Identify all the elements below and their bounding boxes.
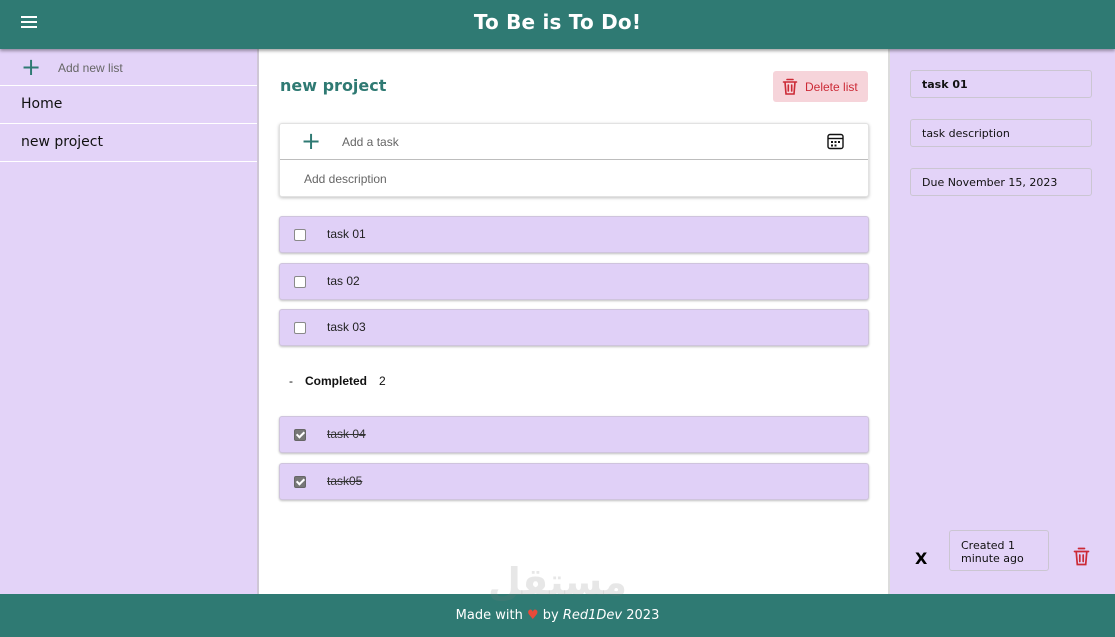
add-description-input[interactable] xyxy=(302,169,846,189)
task-description-field[interactable]: task description xyxy=(910,119,1092,147)
task-name[interactable]: task 01 xyxy=(327,227,366,241)
task-checkbox-checked[interactable] xyxy=(294,429,306,441)
delete-task-trash-icon[interactable] xyxy=(1073,547,1090,566)
completed-count: 2 xyxy=(379,374,386,388)
sidebar-item-new-project[interactable]: new project xyxy=(0,124,257,162)
footer-prefix: Made with xyxy=(455,608,523,623)
add-list-row: + xyxy=(0,49,257,86)
task-title-field[interactable]: task 01 xyxy=(910,70,1092,98)
close-details-button[interactable]: X xyxy=(915,549,927,568)
completed-label: Completed xyxy=(305,374,368,388)
heart-icon: ♥ xyxy=(526,608,539,623)
app-header: To Be is To Do! xyxy=(0,0,1115,49)
task-row[interactable]: task 03 xyxy=(279,309,869,346)
add-task-form: + xyxy=(279,123,869,197)
footer-year: 2023 xyxy=(626,608,660,623)
plus-icon[interactable]: + xyxy=(301,129,321,153)
add-task-input[interactable] xyxy=(340,132,784,152)
task-details-panel: task 01 task description Due November 15… xyxy=(890,49,1115,594)
footer-author: Red1Dev xyxy=(562,608,623,623)
add-list-input[interactable] xyxy=(56,57,240,79)
task-row[interactable]: tas 02 xyxy=(279,263,869,300)
delete-list-button[interactable]: Delete list xyxy=(773,71,868,102)
task-checkbox[interactable] xyxy=(294,276,306,288)
collapse-toggle[interactable]: - xyxy=(289,374,293,388)
task-checkbox[interactable] xyxy=(294,229,306,241)
task-checkbox-checked[interactable] xyxy=(294,476,306,488)
task-checkbox[interactable] xyxy=(294,322,306,334)
task-name[interactable]: task 04 xyxy=(327,427,366,441)
task-due-date-field[interactable]: Due November 15, 2023 xyxy=(910,168,1092,196)
list-title: new project xyxy=(280,76,387,95)
sidebar: + Home new project xyxy=(0,49,259,594)
delete-list-label: Delete list xyxy=(805,80,858,94)
app-title: To Be is To Do! xyxy=(473,10,642,34)
task-name[interactable]: task 03 xyxy=(327,320,366,334)
add-task-row: + xyxy=(280,124,868,160)
task-name[interactable]: task05 xyxy=(327,474,362,488)
task-name[interactable]: tas 02 xyxy=(327,274,360,288)
completed-task-row[interactable]: task05 xyxy=(279,463,869,500)
main-panel: new project Delete list + task 01 tas 02… xyxy=(259,49,890,594)
trash-icon xyxy=(782,78,798,95)
footer-by: by xyxy=(542,608,559,623)
calendar-icon[interactable] xyxy=(827,133,844,150)
plus-icon[interactable]: + xyxy=(21,55,41,79)
created-timestamp: Created 1 minute ago xyxy=(949,530,1049,571)
task-row[interactable]: task 01 xyxy=(279,216,869,253)
completed-task-row[interactable]: task 04 xyxy=(279,416,869,453)
footer: Made with ♥ by Red1Dev 2023 xyxy=(0,594,1115,637)
sidebar-item-home[interactable]: Home xyxy=(0,86,257,124)
